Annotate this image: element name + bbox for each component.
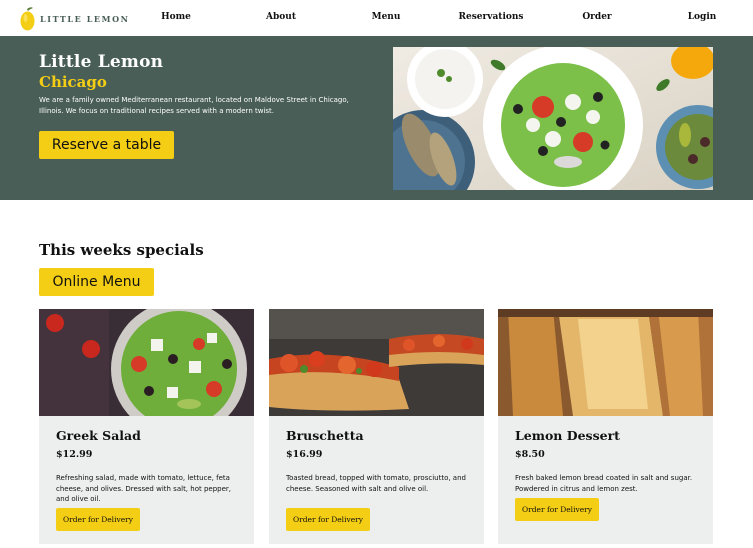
logo-text: Little Lemon — [40, 14, 130, 24]
nav-link-home[interactable]: Home — [161, 12, 191, 22]
hero-subtitle: Chicago — [39, 73, 107, 91]
dish-price: $16.99 — [286, 449, 323, 460]
dish-description: Toasted bread, topped with tomato, prosc… — [286, 474, 466, 493]
online-menu-button[interactable]: Online Menu — [39, 268, 154, 296]
hero-food-photo — [393, 47, 713, 190]
dish-description: Refreshing salad, made with tomato, lett… — [56, 474, 231, 503]
specials-heading: This weeks specials — [39, 241, 204, 259]
dish-price: $8.50 — [515, 449, 545, 460]
lemon-dessert-image — [498, 309, 713, 416]
hero-image — [393, 47, 713, 190]
dish-name: Lemon Dessert — [515, 428, 620, 443]
hero-description: We are a family owned Mediterranean rest… — [39, 96, 349, 115]
special-card-lemon-dessert: Lemon Dessert $8.50 Fresh baked lemon br… — [498, 309, 713, 544]
nav-link-menu[interactable]: Menu — [372, 12, 401, 22]
greek-salad-image — [39, 309, 254, 416]
bruschetta-photo — [269, 309, 484, 416]
reserve-table-button[interactable]: Reserve a table — [39, 131, 174, 159]
nav-link-about[interactable]: About — [266, 12, 296, 22]
logo[interactable]: Little Lemon — [19, 6, 130, 32]
dish-name: Greek Salad — [56, 428, 141, 443]
lemon-dessert-photo — [498, 309, 713, 416]
order-delivery-button[interactable]: Order for Delivery — [56, 508, 140, 531]
nav-link-order[interactable]: Order — [582, 12, 611, 22]
dish-name: Bruschetta — [286, 428, 364, 443]
hero-section: Little Lemon Chicago We are a family own… — [0, 36, 753, 200]
top-navigation: Little Lemon Home About Menu Reservation… — [0, 0, 753, 36]
dish-description: Fresh baked lemon bread coated in salt a… — [515, 474, 693, 493]
lemon-icon — [20, 7, 35, 31]
nav-link-login[interactable]: Login — [688, 12, 717, 22]
hero-title: Little Lemon — [39, 52, 164, 72]
special-card-bruschetta: Bruschetta $16.99 Toasted bread, topped … — [269, 309, 484, 544]
bruschetta-image — [269, 309, 484, 416]
special-card-greek-salad: Greek Salad $12.99 Refreshing salad, mad… — [39, 309, 254, 544]
nav-link-reservations[interactable]: Reservations — [459, 12, 524, 22]
order-delivery-button[interactable]: Order for Delivery — [286, 508, 370, 531]
dish-price: $12.99 — [56, 449, 93, 460]
order-delivery-button[interactable]: Order for Delivery — [515, 498, 599, 521]
greek-salad-photo — [39, 309, 254, 416]
